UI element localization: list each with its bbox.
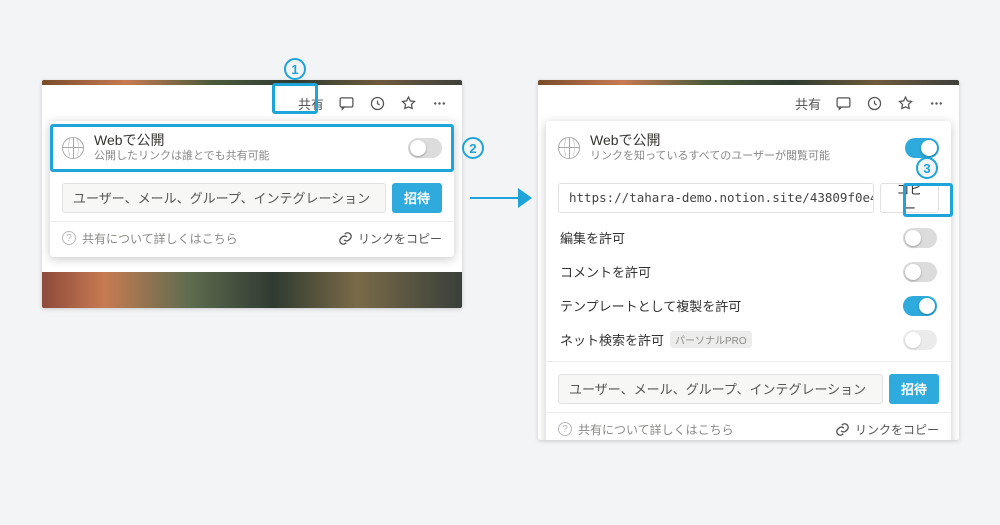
more-icon[interactable]	[431, 95, 448, 112]
perm-toggle[interactable]	[903, 262, 937, 282]
learn-more-link[interactable]: ? 共有について詳しくはこちら	[62, 230, 337, 247]
more-icon[interactable]	[928, 95, 945, 112]
learn-more-text: 共有について詳しくはこちら	[578, 421, 734, 438]
globe-icon	[558, 137, 580, 159]
page-toolbar: 共有	[42, 85, 462, 121]
comment-icon[interactable]	[338, 95, 355, 112]
callout-number-1: 1	[284, 58, 306, 80]
invite-button[interactable]: 招待	[392, 183, 442, 213]
perm-label: テンプレートとして複製を許可	[560, 296, 741, 315]
invite-row: ユーザー、メール、グループ、インテグレーション 招待	[546, 361, 951, 412]
pro-badge: パーソナルPRO	[670, 331, 752, 348]
arrow-right-icon	[470, 188, 532, 208]
clock-icon[interactable]	[369, 95, 386, 112]
callout-number-3: 3	[916, 157, 938, 179]
page-toolbar: 共有	[538, 85, 959, 121]
share-popover: Webで公開 公開したリンクは誰とでも共有可能 ユーザー、メール、グループ、イン…	[50, 121, 454, 257]
callout-number-2: 2	[462, 137, 484, 159]
star-icon[interactable]	[897, 95, 914, 112]
link-icon	[834, 421, 851, 438]
perm-allow-duplicate[interactable]: テンプレートとして複製を許可	[546, 289, 951, 323]
star-icon[interactable]	[400, 95, 417, 112]
copy-link-text: リンクをコピー	[358, 230, 442, 247]
clock-icon[interactable]	[866, 95, 883, 112]
copy-link-button[interactable]: リンクをコピー	[337, 230, 442, 247]
help-icon: ?	[62, 231, 76, 245]
learn-more-text: 共有について詳しくはこちら	[82, 230, 238, 247]
perm-toggle[interactable]	[903, 296, 937, 316]
url-row: https://tahara-demo.notion.site/43809f0e…	[546, 175, 951, 221]
web-publish-sub: 公開したリンクは誰とでも共有可能	[94, 149, 408, 164]
perm-label: ネット検索を許可	[560, 330, 664, 349]
invite-input[interactable]: ユーザー、メール、グループ、インテグレーション	[62, 183, 386, 213]
invite-input[interactable]: ユーザー、メール、グループ、インテグレーション	[558, 374, 883, 404]
invite-row: ユーザー、メール、グループ、インテグレーション 招待	[50, 175, 454, 221]
copy-link-button[interactable]: リンクをコピー	[834, 421, 939, 438]
link-icon	[337, 230, 354, 247]
copy-link-text: リンクをコピー	[855, 421, 939, 438]
perm-toggle	[903, 330, 937, 350]
perm-label: 編集を許可	[560, 228, 625, 247]
web-publish-row[interactable]: Webで公開 リンクを知っているすべてのユーザーが閲覧可能	[546, 121, 951, 175]
perm-label: コメントを許可	[560, 262, 651, 281]
web-publish-row[interactable]: Webで公開 公開したリンクは誰とでも共有可能	[50, 121, 454, 175]
web-publish-title: Webで公開	[94, 131, 408, 149]
perm-allow-search[interactable]: ネット検索を許可 パーソナルPRO	[546, 323, 951, 357]
share-panel-before: 共有 Webで公開 公開したリンクは誰とでも共有可能 ユーザー、メール、グループ…	[42, 80, 462, 308]
page-cover-photo	[42, 272, 462, 308]
copy-url-button[interactable]: コピー	[880, 183, 939, 213]
share-panel-after: 共有 Webで公開 リンクを知っているすべてのユーザーが閲覧可能 https:/…	[538, 80, 959, 440]
perm-allow-edit[interactable]: 編集を許可	[546, 221, 951, 255]
web-publish-toggle[interactable]	[408, 138, 442, 158]
help-icon: ?	[558, 422, 572, 436]
web-publish-toggle[interactable]	[905, 138, 939, 158]
globe-icon	[62, 137, 84, 159]
web-publish-title: Webで公開	[590, 131, 905, 149]
share-button[interactable]: 共有	[795, 94, 821, 113]
perm-toggle[interactable]	[903, 228, 937, 248]
web-publish-sub: リンクを知っているすべてのユーザーが閲覧可能	[590, 149, 905, 164]
popover-footer: ? 共有について詳しくはこちら リンクをコピー	[50, 221, 454, 251]
share-button[interactable]: 共有	[298, 94, 324, 113]
public-url-field[interactable]: https://tahara-demo.notion.site/43809f0e…	[558, 183, 874, 213]
perm-allow-comment[interactable]: コメントを許可	[546, 255, 951, 289]
comment-icon[interactable]	[835, 95, 852, 112]
learn-more-link[interactable]: ? 共有について詳しくはこちら	[558, 421, 834, 438]
popover-footer: ? 共有について詳しくはこちら リンクをコピー	[546, 412, 951, 440]
invite-button[interactable]: 招待	[889, 374, 939, 404]
share-popover: Webで公開 リンクを知っているすべてのユーザーが閲覧可能 https://ta…	[546, 121, 951, 440]
